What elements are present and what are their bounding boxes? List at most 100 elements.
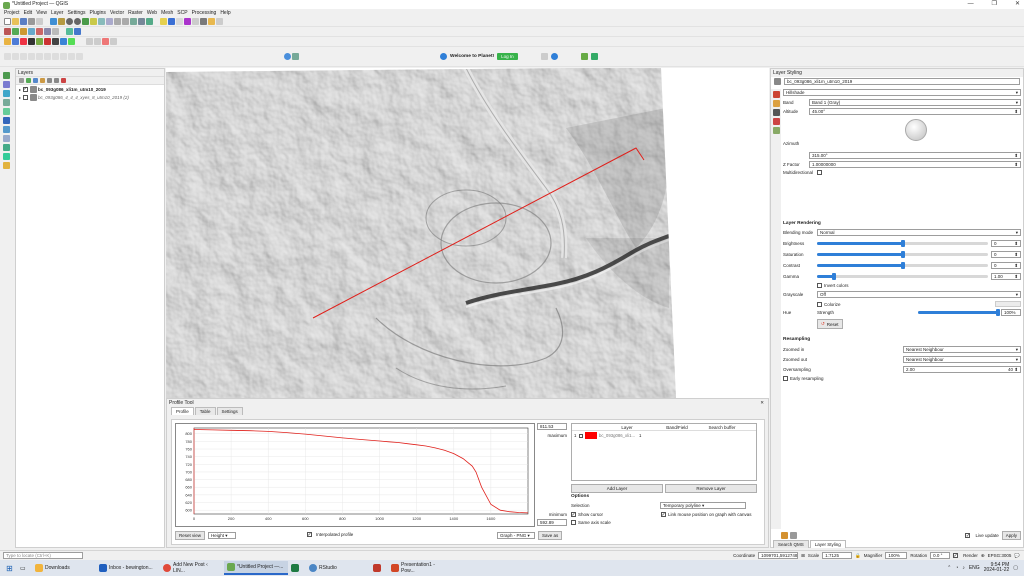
tab-profile[interactable]: Profile [171,407,194,415]
add-raster-layer-icon[interactable] [3,81,10,88]
zoom-layer-icon[interactable] [98,18,105,25]
new-virtual-layer-icon[interactable] [44,28,51,35]
pan-to-selection-icon[interactable] [58,18,65,25]
notifications-icon[interactable]: ▢ [1013,565,1018,571]
add-wms-icon[interactable] [3,135,10,142]
add-spatialite-icon[interactable] [3,108,10,115]
close-icon[interactable]: ✕ [1015,0,1020,9]
menu-plugins[interactable]: Plugins [90,9,106,17]
messages-icon[interactable]: 💬 [1014,553,1020,559]
styling-undo-icon[interactable] [781,532,788,539]
open-project-icon[interactable] [12,18,19,25]
strength-slider[interactable] [918,309,1000,316]
grayscale-select[interactable]: Off ▾ [817,291,1021,298]
strength-spinbox[interactable]: 100% [1001,309,1021,316]
layout-manager-icon[interactable] [36,18,43,25]
delete-feature-icon[interactable] [36,53,43,60]
add-wcs-icon[interactable] [3,144,10,151]
new-memory-layer-icon[interactable] [36,28,43,35]
scp-band-icon[interactable] [110,38,117,45]
panel-close-icon[interactable]: ✕ [760,399,764,407]
start-icon[interactable]: ⊞ [6,564,20,573]
planet-inspector-icon[interactable] [590,53,598,60]
reset-button[interactable]: ↺ Reset [817,319,843,329]
zfactor-spinbox[interactable]: 1.00000000 ⬍ [809,161,1021,168]
render-checkbox[interactable]: ✓ [953,553,959,559]
stats-icon[interactable] [192,18,199,25]
styling-redo-icon[interactable] [790,532,797,539]
deselect-icon[interactable] [176,18,183,25]
link-mouse-checkbox[interactable]: ✓ [661,512,666,518]
menu-layer[interactable]: Layer [51,9,64,17]
locator-search-input[interactable]: Type to locate (Ctrl+K) [3,552,83,559]
renderer-select[interactable]: Hillshade ▾ [783,89,1021,96]
brightness-spinbox[interactable]: 0 ⬍ [991,240,1021,247]
row-color-swatch[interactable] [585,432,597,439]
copy-icon[interactable] [52,53,59,60]
show-cursor-checkbox[interactable]: ✓ [571,512,576,518]
add-raster-icon[interactable] [66,28,73,35]
python-console-icon[interactable] [12,38,19,45]
collapse-all-icon[interactable] [54,78,59,83]
menu-project[interactable]: Project [4,9,20,17]
taskbar-item-rstudio[interactable]: RStudio [306,561,370,575]
menu-help[interactable]: Help [220,9,230,17]
zoom-out-icon[interactable] [74,18,81,25]
rotation-field[interactable]: 0.0 ° [930,552,951,559]
new-shapefile-icon[interactable] [20,28,27,35]
add-mesh-layer-icon[interactable] [3,90,10,97]
open-styling-icon[interactable] [19,78,24,83]
redo-icon[interactable] [76,53,83,60]
print-layout-icon[interactable] [28,18,35,25]
save-project-icon[interactable] [20,18,27,25]
planet-explorer-icon[interactable] [292,53,299,60]
new-geopackage-icon[interactable] [12,28,19,35]
layer-item[interactable]: ▸ bc_093g086_4_4_4_xyes_8_utm10_2019 (2) [16,93,164,101]
scale-field[interactable]: 1:7125 [822,552,853,559]
menu-view[interactable]: View [36,9,47,17]
hillshade-map[interactable] [166,68,769,398]
add-postgis-icon[interactable] [3,117,10,124]
new-temp-icon[interactable] [52,28,59,35]
layer-visibility-checkbox[interactable]: ✓ [23,86,29,92]
add-group-icon[interactable] [26,78,31,83]
saturation-spinbox[interactable]: 0 ⬍ [991,251,1021,258]
altitude-spinbox[interactable]: 45.00° ⬍ [809,108,1021,115]
saturation-slider[interactable] [817,251,988,258]
zoomed-out-select[interactable]: Nearest Neighbour ▾ [903,356,1021,363]
pan-icon[interactable] [50,18,57,25]
georef-icon[interactable] [60,38,67,45]
vertex-tool-icon[interactable] [28,53,35,60]
filter-legend-icon[interactable] [40,78,45,83]
menu-edit[interactable]: Edit [24,9,33,17]
blending-select[interactable]: Normal ▾ [817,229,1021,236]
zoom-selection-icon[interactable] [90,18,97,25]
row-checkbox[interactable] [579,433,583,438]
apply-button[interactable]: Apply [1001,531,1021,540]
layer-select[interactable]: bc_093g086_xli1m_utm10_2019 [784,78,1020,85]
planet-info-icon[interactable] [550,53,558,60]
measure-icon[interactable] [200,18,207,25]
clock[interactable]: 9:54 PM 2024-01-22 [984,563,1010,573]
cut-icon[interactable] [44,53,51,60]
max-value-field[interactable]: 811.53 [537,423,567,430]
language-indicator[interactable]: ENG [969,565,980,571]
paste-icon[interactable] [60,53,67,60]
menu-mesh[interactable]: Mesh [161,9,173,17]
contrast-spinbox[interactable]: 0 ⬍ [991,262,1021,269]
invert-colors-checkbox[interactable] [817,283,822,288]
add-delimited-icon[interactable] [3,99,10,106]
live-update-checkbox[interactable]: ✓ [965,533,971,539]
zoom-in-icon[interactable] [66,18,73,25]
histogram-tab-icon[interactable] [773,109,780,116]
taskbar-item-excel[interactable] [288,561,306,575]
annotation-icon[interactable] [216,18,223,25]
coordinate-field[interactable]: 109‌9701,5912748 [758,552,799,559]
expand-all-icon[interactable] [47,78,52,83]
early-resampling-checkbox[interactable] [783,376,788,381]
add-mesh-icon[interactable] [74,28,81,35]
planet-basemap-icon[interactable] [580,53,588,60]
undo-icon[interactable] [68,53,75,60]
add-mssql-icon[interactable] [3,126,10,133]
colorize-color-swatch[interactable] [995,301,1021,307]
